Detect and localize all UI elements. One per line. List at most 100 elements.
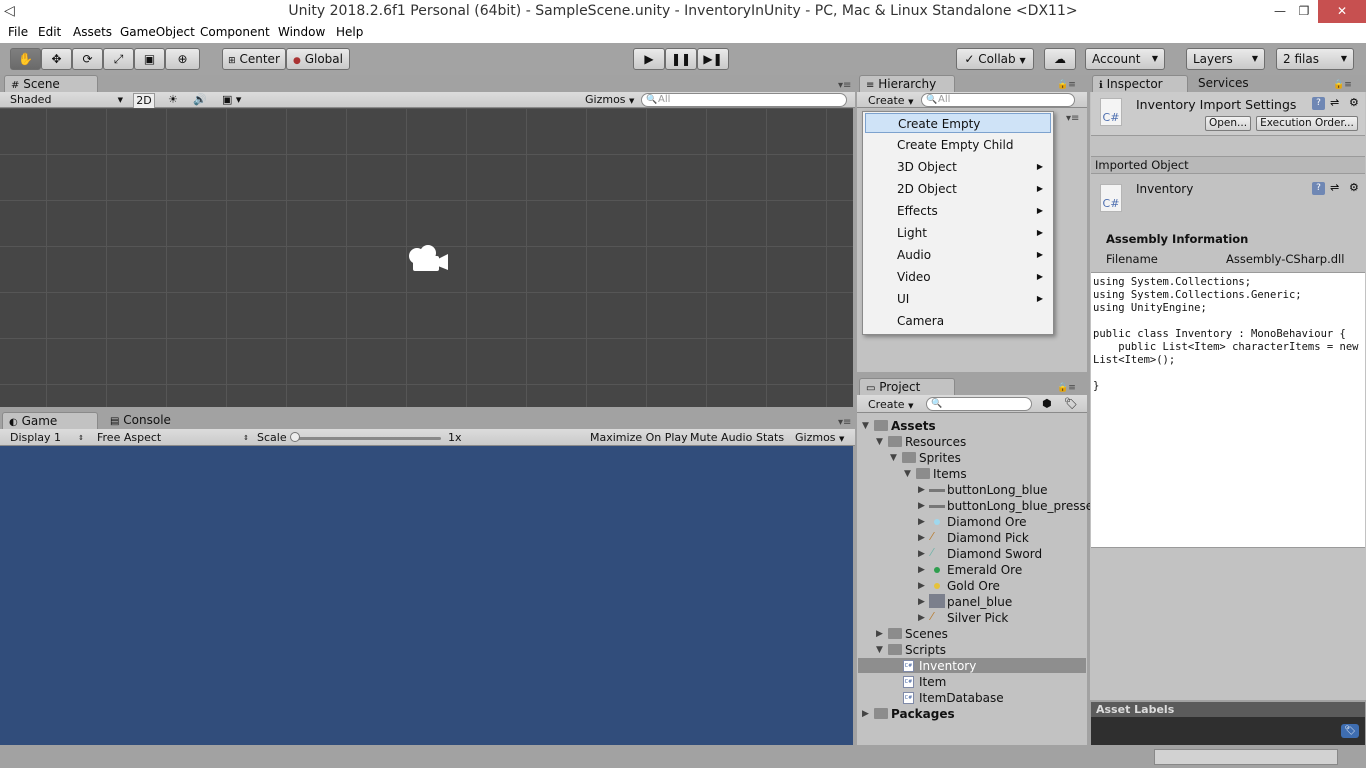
tab-console[interactable]: ▤ Console [104,412,200,430]
menu-camera[interactable]: Camera [865,311,1051,331]
tree-script-item[interactable]: Item [919,674,946,690]
step-button[interactable]: ▶❚ [697,48,729,70]
mute-audio-toggle[interactable]: Mute Audio [690,431,752,445]
account-dropdown[interactable]: Account ▼ [1085,48,1165,70]
panel-menu-icon[interactable]: ▾≡ [838,80,851,91]
collab-dropdown[interactable]: ✓ Collab ▼ [956,48,1034,70]
menu-ui[interactable]: UI ▶ [865,289,1051,309]
expand-arrow-icon[interactable]: ▶ [918,549,925,559]
tree-sprites[interactable]: Sprites [919,450,961,466]
tree-resources[interactable]: Resources [905,434,966,450]
tree-sprite-item[interactable]: Diamond Pick [947,530,1029,546]
display-dropdown[interactable]: Display 1 ⇕ [10,431,86,445]
tree-sprite-item[interactable]: buttonLong_blue_presse [947,498,1093,514]
menu-create-empty-child[interactable]: Create Empty Child [865,135,1051,155]
rect-tool-button[interactable]: ▣ [134,48,165,70]
menu-edit[interactable]: Edit [38,25,61,39]
help-icon[interactable]: ? [1312,97,1325,110]
menu-window[interactable]: Window [278,25,325,39]
lock-icon[interactable]: 🔒≡ [1057,383,1076,393]
execution-order-button[interactable]: Execution Order... [1256,116,1358,131]
game-gizmos-dropdown[interactable]: Gizmos ▼ [795,431,844,446]
expand-arrow-icon[interactable]: ▶ [918,485,925,495]
expand-arrow-icon[interactable]: ▶ [918,565,925,575]
expand-arrow-icon[interactable]: ▶ [918,501,925,511]
pause-button[interactable]: ❚❚ [665,48,697,70]
tab-scene[interactable]: # Scene [4,75,98,93]
tree-sprite-item[interactable]: Gold Ore [947,578,1000,594]
expand-arrow-icon[interactable]: ▶ [918,533,925,543]
space-global-button[interactable]: ● Global [286,48,350,70]
tree-scenes[interactable]: Scenes [905,626,948,642]
hierarchy-create-dropdown[interactable]: Create ▼ [868,94,913,109]
expand-arrow-icon[interactable]: ▶ [918,581,925,591]
preset-icon[interactable]: ⇌ [1330,181,1339,194]
expand-arrow-icon[interactable]: ▶ [918,597,925,607]
scene-viewport[interactable] [0,108,853,407]
menu-gameobject[interactable]: GameObject [120,25,195,39]
hierarchy-search-input[interactable]: 🔍 All [921,93,1075,107]
scale-slider-handle[interactable] [290,432,300,442]
close-button[interactable]: ✕ [1318,0,1366,23]
expand-arrow-icon[interactable]: ▼ [876,645,883,655]
menu-file[interactable]: File [8,25,28,39]
expand-arrow-icon[interactable]: ▼ [862,421,869,431]
aspect-dropdown[interactable]: Free Aspect ⇕ [97,431,251,445]
gear-icon[interactable]: ⚙ [1349,181,1359,194]
effects-dropdown-icon[interactable]: ▣ ▾ [222,93,241,107]
menu-2d-object[interactable]: 2D Object ▶ [865,179,1051,199]
help-icon[interactable]: ? [1312,182,1325,195]
expand-arrow-icon[interactable]: ▼ [876,437,883,447]
audio-toggle-icon[interactable]: 🔊 [193,93,207,107]
tree-sprite-item[interactable]: Diamond Ore [947,514,1027,530]
tree-script-item-selected[interactable]: Inventory [919,658,976,674]
transform-tool-button[interactable]: ⊕ [165,48,200,70]
move-tool-button[interactable]: ✥ [41,48,72,70]
scale-slider-track[interactable] [295,437,441,440]
lock-icon[interactable]: 🔒≡ [1057,80,1076,90]
expand-arrow-icon[interactable]: ▼ [904,469,911,479]
shading-dropdown[interactable]: Shaded ▼ [10,93,125,107]
tab-services[interactable]: Services [1192,75,1272,93]
tree-script-item[interactable]: ItemDatabase [919,690,1004,706]
tree-sprite-item[interactable]: Silver Pick [947,610,1008,626]
scene-gizmos-dropdown[interactable]: Gizmos ▼ [585,93,634,108]
expand-arrow-icon[interactable]: ▶ [876,629,883,639]
tab-inspector[interactable]: ℹ Inspector [1092,75,1188,93]
preset-icon[interactable]: ⇌ [1330,96,1339,109]
menu-component[interactable]: Component [200,25,270,39]
scene-search-input[interactable]: 🔍 All [641,93,847,107]
cloud-button[interactable]: ☁ [1044,48,1076,70]
game-viewport[interactable] [0,446,853,745]
layers-dropdown[interactable]: Layers ▼ [1186,48,1265,70]
lighting-toggle-icon[interactable]: ☀ [168,93,178,107]
panel-menu-icon[interactable]: ▾≡ [1066,113,1079,124]
open-button[interactable]: Open... [1205,116,1251,131]
tree-items[interactable]: Items [933,466,967,482]
play-button[interactable]: ▶ [633,48,665,70]
tree-sprite-item[interactable]: buttonLong_blue [947,482,1048,498]
menu-video[interactable]: Video ▶ [865,267,1051,287]
lock-icon[interactable]: 🔒≡ [1333,80,1352,90]
tree-sprite-item[interactable]: Emerald Ore [947,562,1022,578]
menu-assets[interactable]: Assets [73,25,112,39]
pivot-center-button[interactable]: ⊞ Center [222,48,286,70]
label-tag-icon[interactable]: 🏷 [1341,724,1359,738]
menu-light[interactable]: Light ▶ [865,223,1051,243]
tree-sprite-item[interactable]: Diamond Sword [947,546,1042,562]
scale-tool-button[interactable]: ⤢ [103,48,134,70]
hand-tool-button[interactable]: ✋ [10,48,41,70]
project-search-input[interactable]: 🔍 [926,397,1032,411]
layout-dropdown[interactable]: 2 filas ▼ [1276,48,1354,70]
2d-toggle[interactable]: 2D [133,93,155,109]
expand-arrow-icon[interactable]: ▶ [862,709,869,719]
expand-arrow-icon[interactable]: ▶ [918,517,925,527]
gear-icon[interactable]: ⚙ [1349,96,1359,109]
menu-help[interactable]: Help [336,25,363,39]
menu-effects[interactable]: Effects ▶ [865,201,1051,221]
expand-arrow-icon[interactable]: ▶ [918,613,925,623]
tree-scripts[interactable]: Scripts [905,642,946,658]
filter-type-icon[interactable]: ⬢ [1042,397,1052,411]
panel-menu-icon[interactable]: ▾≡ [838,417,851,428]
tab-hierarchy[interactable]: ≡ Hierarchy [859,75,955,93]
